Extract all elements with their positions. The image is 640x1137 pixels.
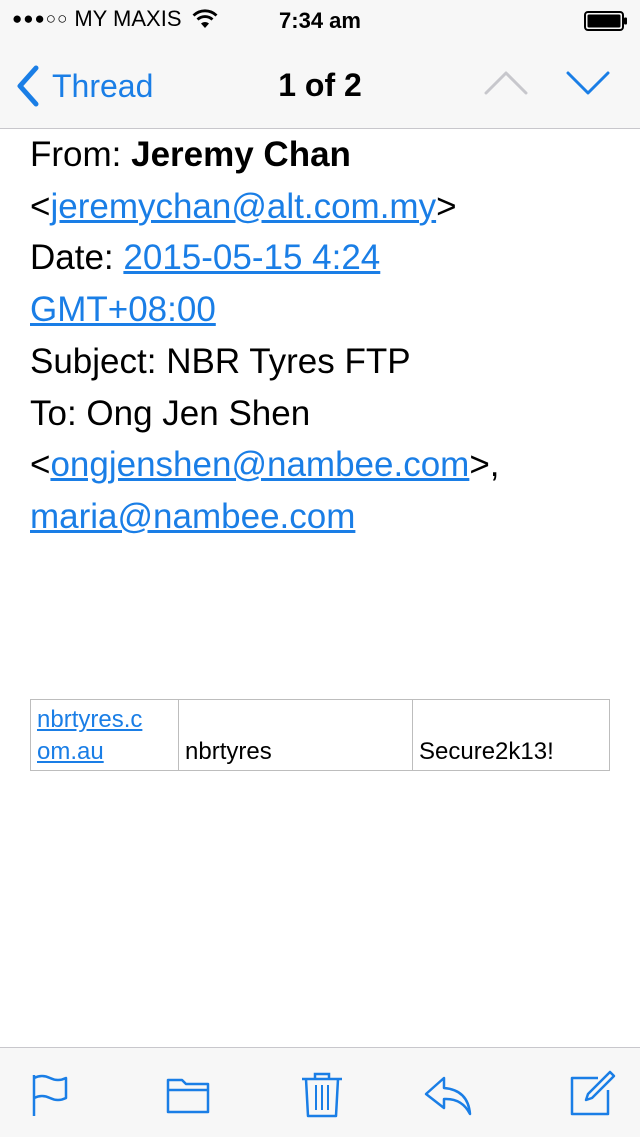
sender-email-link[interactable]: jeremychan@alt.com.my xyxy=(50,187,436,226)
sender-name: Jeremy Chan xyxy=(131,135,351,174)
bottom-toolbar xyxy=(0,1047,640,1137)
navigation-bar: Thread 1 of 2 xyxy=(0,40,640,129)
date-line: Date: 2015-05-15 4:24 xyxy=(30,238,381,278)
subject-line: Subject: NBR Tyres FTP xyxy=(30,341,411,381)
from-line: From: Jeremy Chan xyxy=(30,135,351,174)
subject-text: NBR Tyres FTP xyxy=(166,341,411,381)
clock: 7:34 am xyxy=(279,8,361,33)
trash-icon[interactable] xyxy=(298,1070,346,1118)
cc-email-link[interactable]: maria@nambee.com xyxy=(30,497,355,536)
flag-icon[interactable] xyxy=(26,1070,74,1118)
forwarded-header: From: Jeremy Chan <jeremychan@alt.com.my… xyxy=(30,129,620,543)
host-link[interactable]: nbrtyres.c om.au xyxy=(37,706,142,765)
previous-message-button[interactable] xyxy=(484,70,528,96)
date-timezone-link[interactable]: GMT+08:00 xyxy=(30,290,216,329)
credentials-table: nbrtyres.c om.au nbrtyres Secure2k13! xyxy=(30,699,610,771)
username-cell: nbrtyres xyxy=(178,699,413,771)
status-bar: ●●●○○ MY MAXIS 7:34 am xyxy=(0,0,640,40)
host-cell: nbrtyres.c om.au xyxy=(30,699,179,771)
reply-icon[interactable] xyxy=(424,1070,472,1118)
to-line: To: Ong Jen Shen xyxy=(30,393,311,433)
table-row: nbrtyres.c om.au nbrtyres Secure2k13! xyxy=(30,699,610,771)
recipient-email-link[interactable]: ongjenshen@nambee.com xyxy=(50,445,469,484)
next-message-button[interactable] xyxy=(566,70,610,96)
battery-icon xyxy=(584,11,627,31)
compose-icon[interactable] xyxy=(568,1070,616,1118)
folder-icon[interactable] xyxy=(164,1070,212,1118)
date-link[interactable]: 2015-05-15 4:24 xyxy=(123,238,380,277)
recipient-name: Ong Jen Shen xyxy=(86,393,311,433)
password-cell: Secure2k13! xyxy=(412,699,610,771)
message-counter: 1 of 2 xyxy=(278,67,362,103)
message-body: From: Jeremy Chan <jeremychan@alt.com.my… xyxy=(0,129,640,1047)
